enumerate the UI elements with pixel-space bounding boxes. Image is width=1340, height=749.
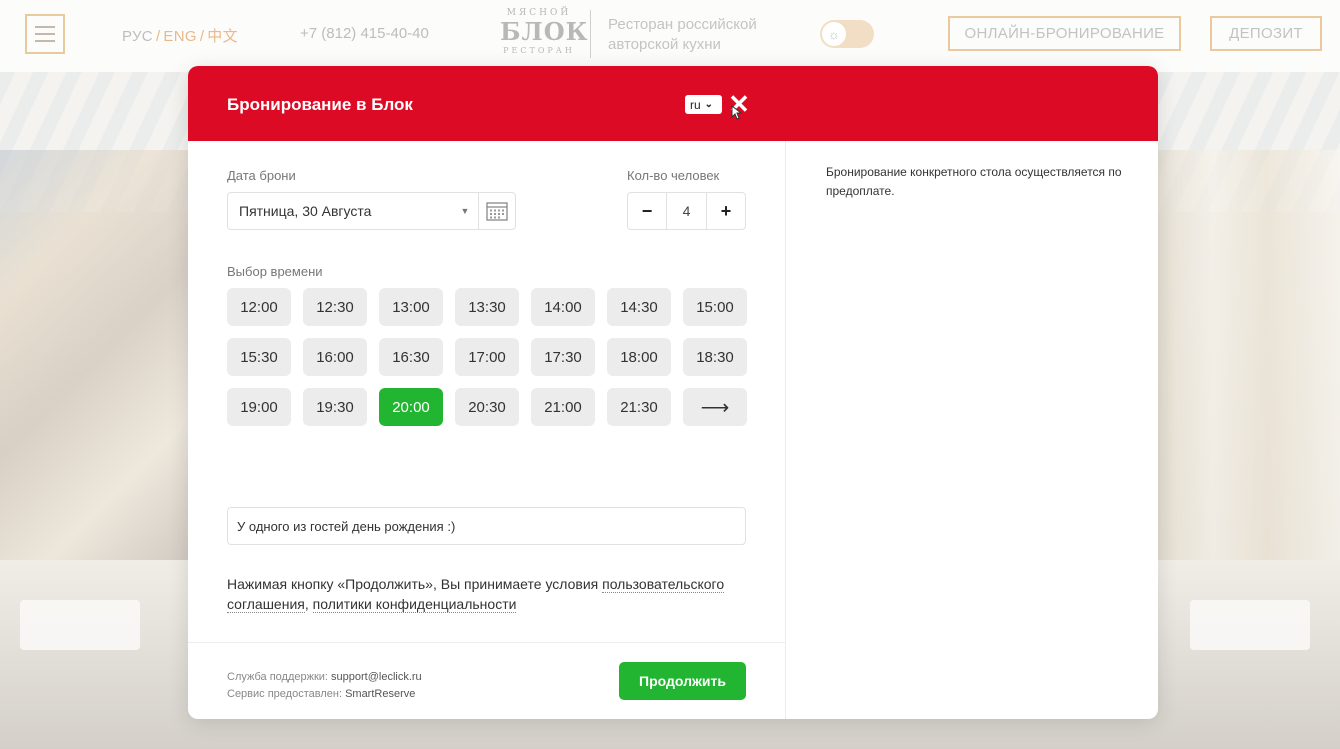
- lang-ru[interactable]: РУС: [122, 28, 153, 45]
- date-picker[interactable]: Пятница, 30 Августа ▼: [227, 192, 516, 230]
- privacy-policy-link[interactable]: политики конфиденциальности: [312, 596, 517, 613]
- time-slot-button[interactable]: 16:00: [303, 338, 367, 376]
- support-email[interactable]: support@leclick.ru: [331, 671, 422, 683]
- time-slot-button[interactable]: 17:30: [531, 338, 595, 376]
- logo[interactable]: МЯСНОЙ БЛОК РЕСТОРАН: [500, 8, 589, 60]
- logo-divider: [590, 10, 591, 58]
- guests-label: Кол-во человек: [627, 168, 720, 183]
- deposit-button[interactable]: ДЕПОЗИТ: [1210, 16, 1322, 51]
- time-slot-button[interactable]: 14:30: [607, 288, 671, 326]
- time-slot-button[interactable]: 12:30: [303, 288, 367, 326]
- online-booking-button[interactable]: ОНЛАЙН-БРОНИРОВАНИЕ: [948, 16, 1181, 51]
- time-slot-button[interactable]: 20:30: [455, 388, 519, 426]
- service-label: Сервис предоставлен:: [227, 688, 346, 700]
- modal-header: Бронирование в Блок ru ⌄ ✕: [188, 66, 1158, 141]
- language-select[interactable]: ru ⌄: [685, 95, 722, 114]
- footer-divider: [188, 642, 785, 643]
- logo-line3: РЕСТОРАН: [503, 46, 575, 55]
- time-slot-button[interactable]: 19:30: [303, 388, 367, 426]
- menu-icon[interactable]: [25, 14, 65, 54]
- caret-down-icon: ▼: [460, 206, 470, 216]
- time-label: Выбор времени: [227, 264, 323, 279]
- time-slot-button[interactable]: 19:00: [227, 388, 291, 426]
- logo-line2: БЛОК: [500, 17, 589, 46]
- time-slot-button[interactable]: 17:00: [455, 338, 519, 376]
- guests-minus-button[interactable]: −: [628, 193, 667, 229]
- next-times-button[interactable]: ⟶: [683, 388, 747, 426]
- time-slot-button[interactable]: 18:00: [607, 338, 671, 376]
- terms-text: Нажимая кнопку «Продолжить», Вы принимае…: [227, 574, 757, 614]
- service-provider[interactable]: SmartReserve: [345, 688, 415, 700]
- chevron-down-icon: ⌄: [704, 99, 714, 110]
- comment-input[interactable]: У одного из гостей день рождения :): [227, 507, 746, 545]
- terms-prefix: Нажимая кнопку «Продолжить», Вы принимае…: [227, 576, 603, 592]
- site-header: РУС / ENG / 中文 +7 (812) 415-40-40 МЯСНОЙ БЛО…: [0, 0, 1340, 72]
- time-slot-button[interactable]: 14:00: [531, 288, 595, 326]
- time-slot-button[interactable]: 12:00: [227, 288, 291, 326]
- modal-title: Бронирование в Блок: [227, 95, 413, 114]
- time-slot-button[interactable]: 16:30: [379, 338, 443, 376]
- lang-en[interactable]: ENG: [163, 28, 196, 45]
- calendar-icon[interactable]: [478, 193, 515, 229]
- date-value: Пятница, 30 Августа: [239, 203, 372, 219]
- language-select-value: ru: [690, 97, 701, 112]
- guests-plus-button[interactable]: +: [706, 193, 745, 229]
- tagline: Ресторан российской авторской кухни: [608, 16, 757, 53]
- time-slot-button[interactable]: 15:30: [227, 338, 291, 376]
- time-slot-button[interactable]: 18:30: [683, 338, 747, 376]
- time-slot-button[interactable]: 21:30: [607, 388, 671, 426]
- support-info: Служба поддержки: support@leclick.ru Сер…: [227, 669, 422, 703]
- guests-stepper: − 4 +: [627, 192, 746, 230]
- booking-form: Дата брони Пятница, 30 Августа ▼ Кол-во …: [188, 141, 785, 719]
- time-slot-button[interactable]: 13:30: [455, 288, 519, 326]
- sun-icon: ☼: [822, 22, 846, 46]
- language-switcher: РУС / ENG / 中文: [122, 28, 238, 45]
- cursor-icon: [729, 104, 743, 121]
- guests-value[interactable]: 4: [667, 203, 706, 219]
- time-slot-button[interactable]: 21:00: [531, 388, 595, 426]
- support-label: Служба поддержки:: [227, 671, 332, 683]
- phone-link[interactable]: +7 (812) 415-40-40: [300, 25, 429, 42]
- date-label: Дата брони: [227, 168, 296, 183]
- info-panel: Бронирование конкретного стола осуществл…: [785, 141, 1158, 719]
- theme-toggle[interactable]: ☼: [820, 20, 874, 48]
- time-slot-button[interactable]: 13:00: [379, 288, 443, 326]
- prepayment-note: Бронирование конкретного стола осуществл…: [826, 165, 1122, 198]
- time-slot-button[interactable]: 20:00: [379, 388, 443, 426]
- time-slot-button[interactable]: 15:00: [683, 288, 747, 326]
- lang-zh[interactable]: 中文: [207, 28, 238, 45]
- terms-separator: ,: [304, 596, 313, 612]
- continue-button[interactable]: Продолжить: [619, 662, 746, 700]
- booking-modal: Бронирование в Блок ru ⌄ ✕ Дата брони Пя…: [188, 66, 1158, 719]
